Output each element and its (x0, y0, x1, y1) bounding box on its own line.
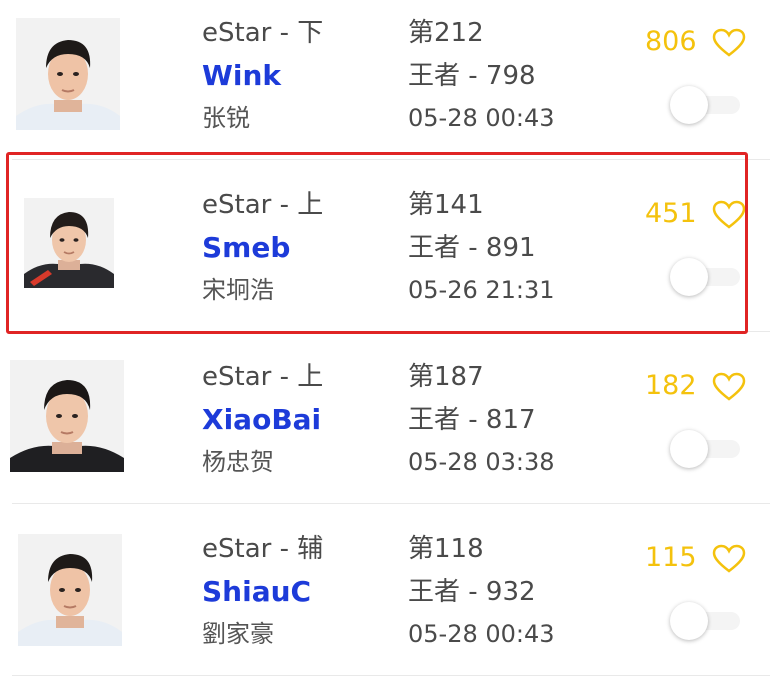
player-rank: 第187 (408, 362, 484, 392)
row-divider (12, 159, 770, 160)
update-time: 05-28 00:43 (408, 620, 555, 648)
player-avatar (18, 534, 122, 646)
heart-icon[interactable] (712, 28, 746, 58)
avatar-image (18, 534, 122, 646)
like-count: 806 (645, 26, 697, 57)
player-real-name: 劉家豪 (202, 620, 274, 648)
update-time: 05-28 03:38 (408, 448, 555, 476)
player-nickname: Wink (202, 59, 282, 92)
heart-icon[interactable] (712, 372, 746, 402)
player-rank: 第118 (408, 534, 484, 564)
like-count: 451 (645, 198, 697, 229)
player-real-name: 杨忠贺 (202, 448, 274, 476)
heart-icon[interactable] (712, 200, 746, 230)
team-role: eStar - 上 (202, 190, 324, 220)
list-item[interactable]: eStar - 辅 ShiauC 劉家豪 第118 王者 - 932 05-28… (0, 506, 782, 676)
avatar-image (16, 18, 120, 130)
toggle-knob (670, 430, 708, 468)
player-rank: 第212 (408, 18, 484, 48)
row-divider (12, 675, 770, 676)
player-nickname: Smeb (202, 231, 291, 264)
player-real-name: 宋坰浩 (202, 276, 274, 304)
follow-toggle[interactable] (670, 258, 740, 296)
player-tier: 王者 - 817 (408, 405, 536, 435)
player-list: eStar - 下 Wink 张锐 第212 王者 - 798 05-28 00… (0, 0, 782, 679)
player-nickname: ShiauC (202, 575, 312, 608)
team-role: eStar - 上 (202, 362, 324, 392)
update-time: 05-28 00:43 (408, 104, 555, 132)
player-rank: 第141 (408, 190, 484, 220)
player-tier: 王者 - 798 (408, 61, 536, 91)
list-item[interactable]: eStar - 上 Smeb 宋坰浩 第141 王者 - 891 05-26 2… (0, 162, 782, 332)
avatar-image (24, 198, 114, 288)
follow-toggle[interactable] (670, 430, 740, 468)
toggle-knob (670, 602, 708, 640)
list-item[interactable]: eStar - 上 XiaoBai 杨忠贺 第187 王者 - 817 05-2… (0, 334, 782, 504)
team-role: eStar - 下 (202, 18, 324, 48)
player-nickname: XiaoBai (202, 403, 322, 436)
heart-icon[interactable] (712, 544, 746, 574)
row-divider (12, 331, 770, 332)
avatar-image (10, 360, 124, 472)
team-role: eStar - 辅 (202, 534, 324, 564)
toggle-knob (670, 258, 708, 296)
follow-toggle[interactable] (670, 602, 740, 640)
update-time: 05-26 21:31 (408, 276, 555, 304)
player-avatar (24, 198, 114, 288)
list-item[interactable]: eStar - 下 Wink 张锐 第212 王者 - 798 05-28 00… (0, 0, 782, 160)
player-real-name: 张锐 (202, 104, 250, 132)
like-count: 115 (645, 542, 697, 573)
player-avatar (16, 18, 120, 130)
follow-toggle[interactable] (670, 86, 740, 124)
player-tier: 王者 - 891 (408, 233, 536, 263)
player-avatar (10, 360, 124, 472)
player-tier: 王者 - 932 (408, 577, 536, 607)
toggle-knob (670, 86, 708, 124)
row-divider (12, 503, 770, 504)
like-count: 182 (645, 370, 697, 401)
